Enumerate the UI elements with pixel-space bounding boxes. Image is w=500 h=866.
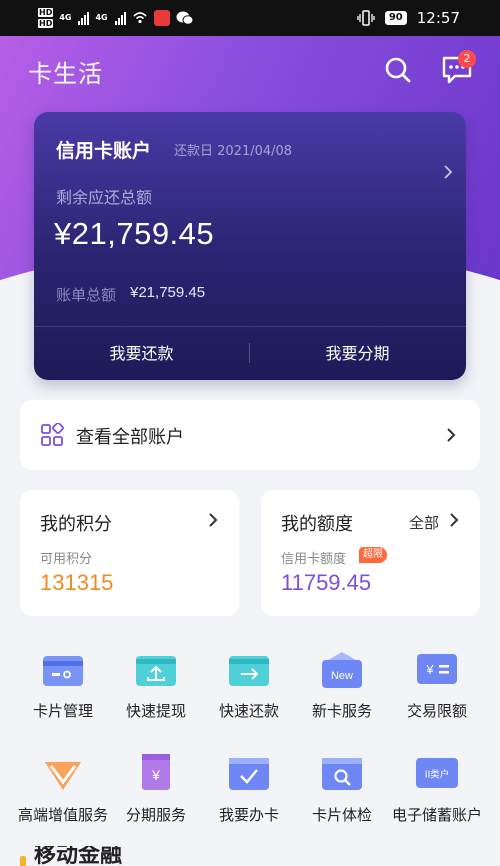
vibrate-icon xyxy=(357,10,375,26)
quick-repay-icon xyxy=(229,656,269,686)
points-sub-label: 可用积分 xyxy=(40,552,93,567)
wechat-icon xyxy=(176,11,194,25)
transaction-limit-icon-text: ¥ xyxy=(425,662,434,677)
service-label: 高端增值服务 xyxy=(17,806,108,824)
service-label: 电子储蓄账户 xyxy=(391,806,482,824)
view-all-accounts-label: 查看全部账户 xyxy=(76,427,184,448)
card-manage-icon xyxy=(43,656,83,686)
chevron-right-icon xyxy=(209,513,218,527)
due-date: 还款日 2021/04/08 xyxy=(174,144,293,159)
signal-icon xyxy=(114,11,126,25)
new-card-icon-text: New xyxy=(331,670,353,682)
network-type-1: 4G xyxy=(59,13,72,22)
service-e-savings[interactable]: II类户 电子储蓄账户 xyxy=(387,748,487,838)
hd-indicator: HD HD xyxy=(38,8,54,28)
card-checkup-icon xyxy=(322,758,362,790)
e-savings-icon-text: II类户 xyxy=(425,769,450,781)
service-card-checkup[interactable]: 卡片体检 xyxy=(292,748,392,838)
installment-service-icon: ¥ xyxy=(142,754,170,790)
my-points-card[interactable]: 我的积分 可用积分 131315 xyxy=(20,490,239,616)
service-label: 卡片体检 xyxy=(311,806,372,824)
bill-total-label: 账单总额 xyxy=(56,286,117,304)
service-label: 分期服务 xyxy=(125,806,186,824)
service-quick-withdraw[interactable]: 快速提现 xyxy=(106,644,206,734)
service-quick-repay[interactable]: 快速还款 xyxy=(199,644,299,734)
app-notification-icon xyxy=(153,10,170,26)
service-label: 交易限额 xyxy=(406,702,467,720)
grid-icon xyxy=(41,423,64,446)
hd-label-2: HD xyxy=(38,19,54,28)
my-limit-card[interactable]: 我的额度 全部 信用卡额度 超限 11759.45 xyxy=(261,490,480,616)
limit-title: 我的额度 xyxy=(281,514,353,535)
premium-service-icon xyxy=(45,762,81,790)
chevron-right-icon[interactable] xyxy=(442,164,454,180)
service-label: 快速还款 xyxy=(218,702,279,720)
search-icon[interactable] xyxy=(384,56,412,84)
limit-value: 11759.45 xyxy=(281,570,372,595)
service-label: 我要办卡 xyxy=(218,806,279,824)
service-new-card[interactable]: New 新卡服务 xyxy=(292,644,392,734)
page-title: 卡生活 xyxy=(28,60,103,88)
network-type-2: 4G xyxy=(95,13,108,22)
apply-card-icon xyxy=(229,758,269,790)
installment-icon-text: ¥ xyxy=(151,767,160,783)
transaction-limit-icon: ¥ xyxy=(417,654,457,684)
service-label: 快速提现 xyxy=(125,702,186,720)
status-right: 90 12:57 xyxy=(357,0,460,36)
section-accent-bar xyxy=(20,856,26,866)
service-premium[interactable]: 高端增值服务 xyxy=(13,748,113,838)
message-badge: 2 xyxy=(458,50,476,68)
signal-icon xyxy=(78,11,90,25)
new-card-icon: New xyxy=(322,652,362,688)
remaining-label: 剩余应还总额 xyxy=(56,188,153,207)
service-installment[interactable]: ¥ 分期服务 xyxy=(106,748,206,838)
repay-button[interactable]: 我要还款 xyxy=(34,327,249,380)
credit-card-account[interactable]: 信用卡账户 还款日 2021/04/08 剩余应还总额 ¥21,759.45 账… xyxy=(34,112,466,380)
service-transaction-limit[interactable]: ¥ 交易限额 xyxy=(387,644,487,734)
status-left: HD HD 4G 4G xyxy=(38,4,194,32)
credit-card-title: 信用卡账户 xyxy=(56,140,152,162)
service-label: 新卡服务 xyxy=(311,702,372,720)
limit-sub-label: 信用卡额度 xyxy=(281,552,347,567)
service-label: 卡片管理 xyxy=(32,702,93,720)
remaining-amount: ¥21,759.45 xyxy=(54,216,215,251)
section-header-mobile-finance: 移动金融 xyxy=(20,846,122,866)
chevron-right-icon xyxy=(450,513,459,527)
section-title: 移动金融 xyxy=(34,846,123,866)
clock: 12:57 xyxy=(416,9,460,27)
hd-label-1: HD xyxy=(38,8,54,17)
e-savings-icon: II类户 xyxy=(416,758,458,788)
battery-indicator: 90 xyxy=(384,11,407,25)
installment-button[interactable]: 我要分期 xyxy=(250,327,465,380)
over-limit-badge: 超限 xyxy=(359,547,387,563)
chevron-right-icon xyxy=(447,428,456,442)
points-title: 我的积分 xyxy=(40,514,112,535)
view-all-accounts[interactable]: 查看全部账户 xyxy=(20,400,480,470)
service-apply-card[interactable]: 我要办卡 xyxy=(199,748,299,838)
points-value: 131315 xyxy=(40,570,114,595)
limit-all-link[interactable]: 全部 xyxy=(409,512,439,533)
service-card-management[interactable]: 卡片管理 xyxy=(13,644,113,734)
status-bar: HD HD 4G 4G 90 12:57 xyxy=(0,0,500,36)
wifi-hotspot-icon xyxy=(133,12,147,24)
quick-withdraw-icon xyxy=(136,656,176,686)
bill-total-value: ¥21,759.45 xyxy=(130,284,206,301)
